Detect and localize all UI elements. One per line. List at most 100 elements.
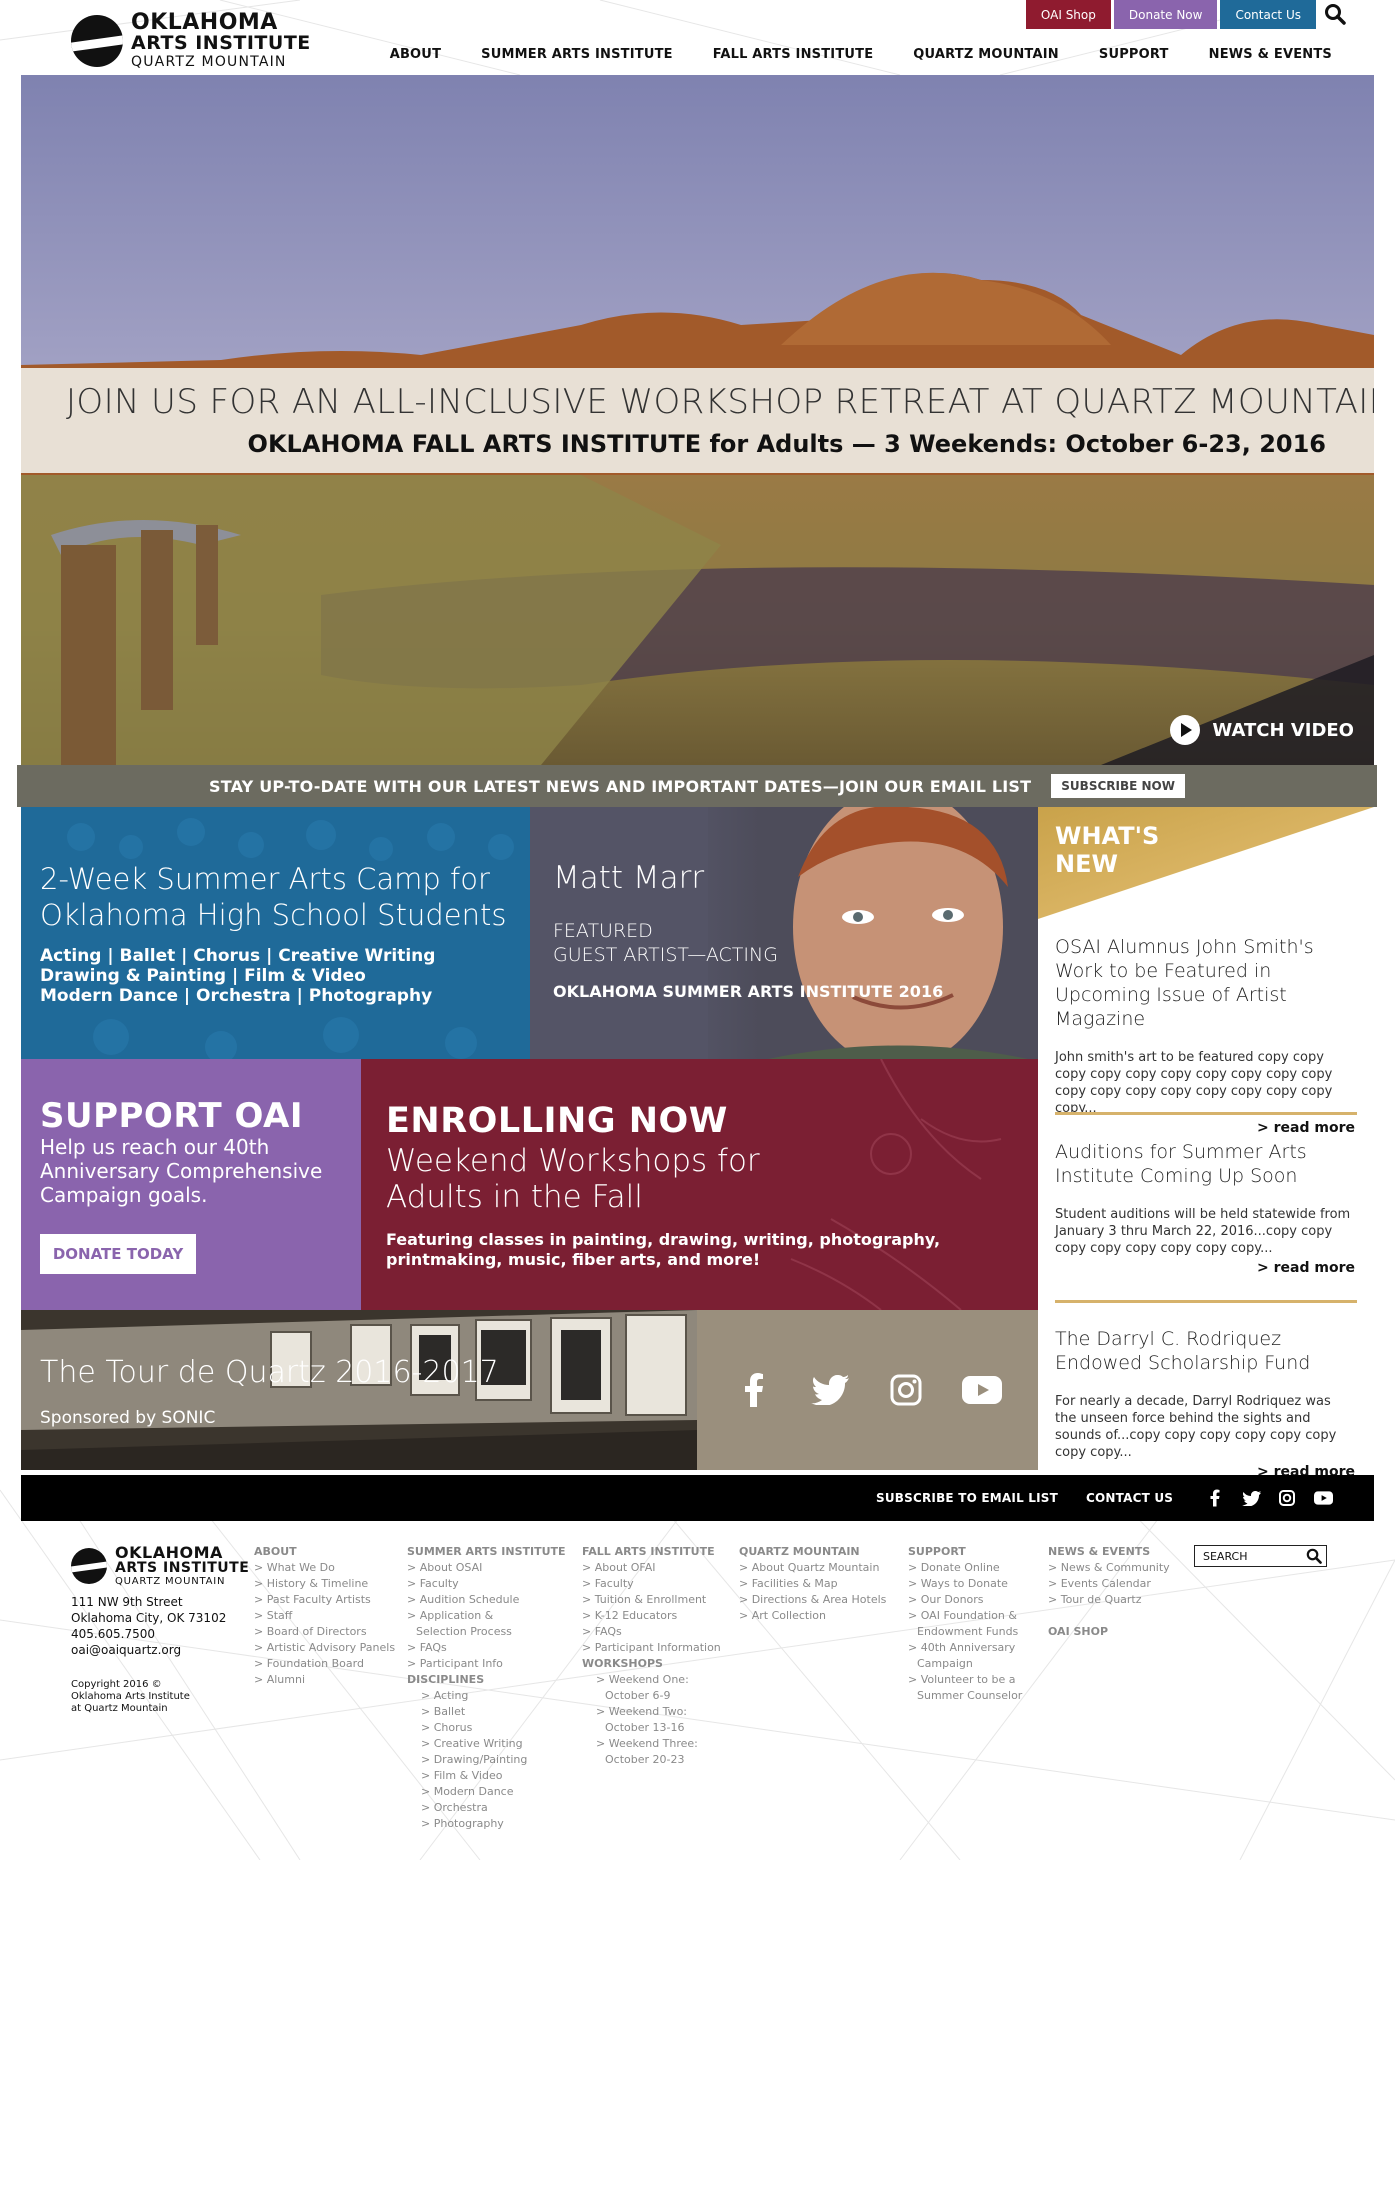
footer-link[interactable]: > 40th Anniversary xyxy=(908,1640,1022,1656)
instagram-icon[interactable] xyxy=(886,1370,926,1410)
footer-link[interactable]: > History & Timeline xyxy=(254,1576,395,1592)
footer-link[interactable]: > Acting xyxy=(407,1688,566,1704)
footer-link[interactable]: > News & Community xyxy=(1048,1560,1170,1576)
footer-search-box xyxy=(1194,1545,1327,1567)
footer-link[interactable]: > Audition Schedule xyxy=(407,1592,566,1608)
facebook-icon[interactable] xyxy=(734,1370,774,1410)
nav-news-events[interactable]: NEWS & EVENTS xyxy=(1209,47,1332,62)
site-logo[interactable]: OKLAHOMA ARTS INSTITUTE QUARTZ MOUNTAIN xyxy=(71,12,311,69)
nav-summer-arts-institute[interactable]: SUMMER ARTS INSTITUTE xyxy=(481,47,673,62)
footer-link[interactable]: > Board of Directors xyxy=(254,1624,395,1640)
footer-link[interactable]: > Donate Online xyxy=(908,1560,1022,1576)
read-more-link[interactable]: > read more xyxy=(1055,1260,1355,1276)
enrolling-now-tile[interactable]: ENROLLING NOW Weekend Workshops for Adul… xyxy=(361,1059,1038,1310)
footer-link[interactable]: > Film & Video xyxy=(407,1768,566,1784)
donate-now-button[interactable]: Donate Now xyxy=(1113,0,1218,29)
chorus-photo-overlay xyxy=(67,818,514,1059)
footer-link[interactable]: > Tour de Quartz xyxy=(1048,1592,1170,1608)
footer-link[interactable]: > OAI Foundation & xyxy=(908,1608,1022,1624)
news-item[interactable]: OSAI Alumnus John Smith's Work to be Fea… xyxy=(1055,935,1355,1136)
footer-link[interactable]: > Volunteer to be a xyxy=(908,1672,1022,1688)
footer-link[interactable]: > Weekend Three: xyxy=(582,1736,721,1752)
footer-link[interactable]: > Our Donors xyxy=(908,1592,1022,1608)
footer-heading[interactable]: NEWS & EVENTS xyxy=(1048,1544,1170,1560)
footer-search-input[interactable] xyxy=(1203,1549,1303,1563)
footer-link[interactable]: > Chorus xyxy=(407,1720,566,1736)
footer-link[interactable]: Endowment Funds xyxy=(908,1624,1022,1640)
footer-link[interactable]: > Faculty xyxy=(407,1576,566,1592)
oai-shop-button[interactable]: OAI Shop xyxy=(1025,0,1111,29)
instagram-icon[interactable] xyxy=(1276,1488,1298,1508)
footer-link[interactable]: > Weekend Two: xyxy=(582,1704,721,1720)
summer-camp-tile[interactable]: 2-Week Summer Arts Camp for Oklahoma Hig… xyxy=(21,807,530,1059)
contact-us-button[interactable]: Contact Us xyxy=(1220,0,1316,29)
watch-video-button[interactable]: WATCH VIDEO xyxy=(1170,715,1354,745)
facebook-icon[interactable] xyxy=(1204,1488,1226,1508)
news-item[interactable]: The Darryl C. Rodriquez Endowed Scholars… xyxy=(1055,1327,1355,1480)
footer-link[interactable]: > Weekend One: xyxy=(582,1672,721,1688)
footer-heading[interactable]: SUPPORT xyxy=(908,1544,1022,1560)
read-more-link[interactable]: > read more xyxy=(1055,1120,1355,1136)
search-icon[interactable] xyxy=(1324,3,1346,25)
footer-link[interactable]: > Creative Writing xyxy=(407,1736,566,1752)
footer-link[interactable]: > K-12 Educators xyxy=(582,1608,721,1624)
footer-heading[interactable]: SUMMER ARTS INSTITUTE xyxy=(407,1544,566,1560)
footer-link[interactable]: > Foundation Board xyxy=(254,1656,395,1672)
footer-link[interactable]: > Drawing/Painting xyxy=(407,1752,566,1768)
footer-link[interactable]: > Ballet xyxy=(407,1704,566,1720)
footer-link[interactable]: > Modern Dance xyxy=(407,1784,566,1800)
tour-de-quartz-tile[interactable]: The Tour de Quartz 2016-2017 Sponsored b… xyxy=(21,1310,697,1470)
news-item[interactable]: Auditions for Summer Arts Institute Comi… xyxy=(1055,1140,1355,1276)
footer-link[interactable]: > Facilities & Map xyxy=(739,1576,886,1592)
footer-link[interactable]: > Events Calendar xyxy=(1048,1576,1170,1592)
footer-heading[interactable]: FALL ARTS INSTITUTE xyxy=(582,1544,721,1560)
footer-link[interactable]: Campaign xyxy=(908,1656,1022,1672)
footer-link[interactable]: Summer Counselor xyxy=(908,1688,1022,1704)
footer-link[interactable]: > FAQs xyxy=(582,1624,721,1640)
footer-link[interactable]: October 20-23 xyxy=(582,1752,721,1768)
footer-link[interactable]: > Art Collection xyxy=(739,1608,886,1624)
footer-link[interactable]: > Staff xyxy=(254,1608,395,1624)
youtube-icon[interactable] xyxy=(1312,1488,1334,1508)
footer-heading[interactable]: ABOUT xyxy=(254,1544,395,1560)
footer-shop-link[interactable]: OAI SHOP xyxy=(1048,1624,1170,1640)
footer-link[interactable]: > Directions & Area Hotels xyxy=(739,1592,886,1608)
donate-today-button[interactable]: DONATE TODAY xyxy=(40,1234,196,1274)
nav-quartz-mountain[interactable]: QUARTZ MOUNTAIN xyxy=(913,47,1059,62)
footer-link[interactable]: > What We Do xyxy=(254,1560,395,1576)
footer-link[interactable]: > Application & xyxy=(407,1608,566,1624)
footer-email-link[interactable]: oai@oaiquartz.org xyxy=(71,1642,226,1658)
twitter-icon[interactable] xyxy=(810,1370,850,1410)
subscribe-email-link[interactable]: SUBSCRIBE TO EMAIL LIST xyxy=(876,1491,1058,1505)
news-divider xyxy=(1055,1300,1357,1303)
copyright-line-1: Copyright 2016 © xyxy=(71,1679,162,1690)
footer-link[interactable]: October 13-16 xyxy=(582,1720,721,1736)
subscribe-now-button[interactable]: SUBSCRIBE NOW xyxy=(1051,774,1185,798)
footer-link[interactable]: > Past Faculty Artists xyxy=(254,1592,395,1608)
footer-link[interactable]: > About OSAI xyxy=(407,1560,566,1576)
footer-link[interactable]: > Photography xyxy=(407,1816,566,1832)
footer-link[interactable]: > Alumni xyxy=(254,1672,395,1688)
footer-link[interactable]: > Participant Information xyxy=(582,1640,721,1656)
footer-link[interactable]: > Ways to Donate xyxy=(908,1576,1022,1592)
footer-link[interactable]: > About Quartz Mountain xyxy=(739,1560,886,1576)
featured-artist-tile[interactable]: Matt Marr FEATURED GUEST ARTIST—ACTING O… xyxy=(530,807,1038,1059)
footer-link[interactable]: > Artistic Advisory Panels xyxy=(254,1640,395,1656)
footer-link[interactable]: > Orchestra xyxy=(407,1800,566,1816)
nav-support[interactable]: SUPPORT xyxy=(1099,47,1169,62)
youtube-icon[interactable] xyxy=(961,1370,1002,1410)
footer-link[interactable]: > FAQs xyxy=(407,1640,566,1656)
twitter-icon[interactable] xyxy=(1240,1488,1262,1508)
footer-link[interactable]: Selection Process xyxy=(407,1624,566,1640)
contact-us-link[interactable]: CONTACT US xyxy=(1086,1491,1173,1505)
footer-link[interactable]: > Tuition & Enrollment xyxy=(582,1592,721,1608)
footer-logo[interactable]: OKLAHOMA ARTS INSTITUTE QUARTZ MOUNTAIN xyxy=(71,1545,249,1587)
footer-link[interactable]: > Participant Info xyxy=(407,1656,566,1672)
footer-link[interactable]: > About OFAI xyxy=(582,1560,721,1576)
footer-link[interactable]: > Faculty xyxy=(582,1576,721,1592)
nav-about[interactable]: ABOUT xyxy=(390,47,441,62)
footer-heading[interactable]: QUARTZ MOUNTAIN xyxy=(739,1544,886,1560)
nav-fall-arts-institute[interactable]: FALL ARTS INSTITUTE xyxy=(713,47,874,62)
footer-link[interactable]: October 6-9 xyxy=(582,1688,721,1704)
search-icon[interactable] xyxy=(1306,1548,1322,1564)
